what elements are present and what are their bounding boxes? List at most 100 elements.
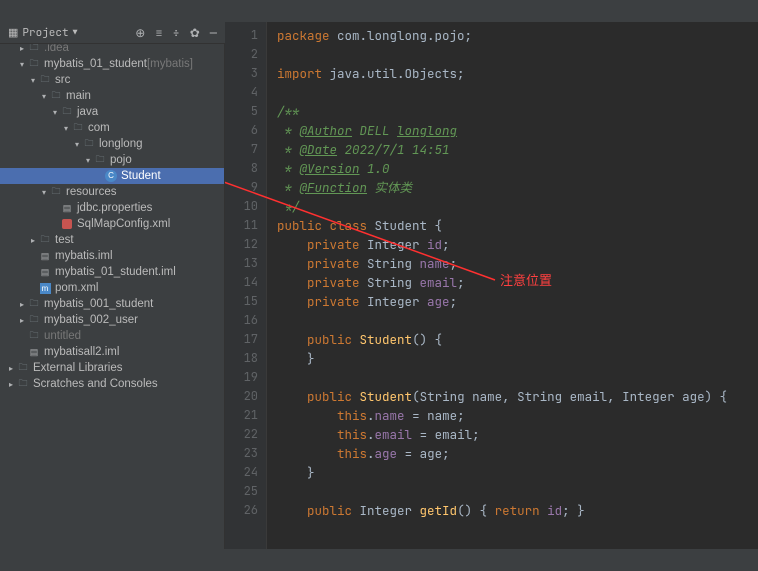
- select-opened-file-icon[interactable]: ⊕: [135, 25, 145, 41]
- expand-icon[interactable]: ≡: [155, 25, 162, 41]
- tree-item[interactable]: ▤jdbc.properties: [0, 200, 224, 216]
- line-number: 3: [229, 64, 258, 83]
- collapse-icon[interactable]: ÷: [173, 25, 180, 41]
- line-number: 16: [229, 311, 258, 330]
- code-line[interactable]: * @Date 2022/7/1 14:51: [277, 140, 758, 159]
- code-line[interactable]: this.age = age;: [277, 444, 758, 463]
- code-line[interactable]: }: [277, 349, 758, 368]
- code-line[interactable]: * @Function 实体类: [277, 178, 758, 197]
- expand-arrow-icon[interactable]: ▾: [39, 92, 49, 101]
- tree-item-label: src: [55, 74, 70, 86]
- code-line[interactable]: }: [277, 463, 758, 482]
- tree-item[interactable]: mpom.xml: [0, 280, 224, 296]
- expand-arrow-icon[interactable]: ▸: [28, 236, 38, 245]
- expand-arrow-icon[interactable]: ▸: [17, 316, 27, 325]
- tree-item[interactable]: ▾🗀src: [0, 72, 224, 88]
- expand-arrow-icon[interactable]: ▾: [17, 60, 27, 69]
- code-line[interactable]: [277, 83, 758, 102]
- line-number: 18: [229, 349, 258, 368]
- code-line[interactable]: import java.util.Objects;: [277, 64, 758, 83]
- expand-arrow-icon[interactable]: ▾: [39, 188, 49, 197]
- code-line[interactable]: /**: [277, 102, 758, 121]
- code-line[interactable]: private Integer age;: [277, 292, 758, 311]
- tree-item[interactable]: ▸🗀Scratches and Consoles: [0, 376, 224, 392]
- expand-arrow-icon[interactable]: ▾: [83, 156, 93, 165]
- tree-item[interactable]: ▾🗀mybatis_01_student [mybatis]: [0, 56, 224, 72]
- code-line[interactable]: public Student(String name, String email…: [277, 387, 758, 406]
- tree-item[interactable]: ▾🗀com: [0, 120, 224, 136]
- folder-icon: 🗀: [38, 233, 52, 247]
- code-line[interactable]: this.email = email;: [277, 425, 758, 444]
- expand-arrow-icon[interactable]: ▾: [72, 140, 82, 149]
- expand-arrow-icon[interactable]: ▸: [17, 300, 27, 309]
- line-number: 25: [229, 482, 258, 501]
- tree-item[interactable]: ▾🗀resources: [0, 184, 224, 200]
- tree-item[interactable]: ▸🗀test: [0, 232, 224, 248]
- line-number: 2: [229, 45, 258, 64]
- maven-icon: m: [38, 281, 52, 295]
- expand-arrow-icon[interactable]: ▾: [50, 108, 60, 117]
- code-line[interactable]: [277, 368, 758, 387]
- tree-item-label: mybatis_002_user: [44, 314, 138, 326]
- code-line[interactable]: [277, 45, 758, 64]
- tree-item-label: mybatisall2.iml: [44, 346, 119, 358]
- tree-item[interactable]: ▾🗀pojo: [0, 152, 224, 168]
- line-number: 22: [229, 425, 258, 444]
- settings-icon[interactable]: ✿: [190, 25, 200, 41]
- code-line[interactable]: * @Author DELL longlong: [277, 121, 758, 140]
- code-line[interactable]: public Integer getId() { return id; }: [277, 501, 758, 520]
- expand-arrow-icon[interactable]: ▸: [17, 44, 27, 53]
- code-line[interactable]: */: [277, 197, 758, 216]
- code-line[interactable]: public class Student {: [277, 216, 758, 235]
- project-tree[interactable]: ▾🗀mybatisall2 D:\JAVA\mybatisall2▸🗀.idea…: [0, 22, 225, 549]
- line-number: 4: [229, 83, 258, 102]
- tree-item[interactable]: SqlMapConfig.xml: [0, 216, 224, 232]
- folder-icon: 🗀: [27, 313, 41, 327]
- file-icon: ▤: [27, 345, 41, 359]
- code-line[interactable]: [277, 311, 758, 330]
- tree-item-label: jdbc.properties: [77, 202, 152, 214]
- code-line[interactable]: * @Version 1.0: [277, 159, 758, 178]
- tree-item[interactable]: CStudent: [0, 168, 224, 184]
- expand-arrow-icon[interactable]: ▾: [28, 76, 38, 85]
- line-number: 13: [229, 254, 258, 273]
- tree-item[interactable]: ▸🗀mybatis_002_user: [0, 312, 224, 328]
- expand-arrow-icon[interactable]: ▸: [6, 364, 16, 373]
- line-number: 5: [229, 102, 258, 121]
- folder-icon: 🗀: [71, 121, 85, 135]
- code-line[interactable]: package com.longlong.pojo;: [277, 26, 758, 45]
- code-line[interactable]: private Integer id;: [277, 235, 758, 254]
- tree-item[interactable]: ▸🗀External Libraries: [0, 360, 224, 376]
- tree-item-label: SqlMapConfig.xml: [77, 218, 170, 230]
- tree-item[interactable]: ▤mybatis.iml: [0, 248, 224, 264]
- code-line[interactable]: this.name = name;: [277, 406, 758, 425]
- tree-item-label: pojo: [110, 154, 132, 166]
- chevron-down-icon: ▼: [73, 28, 78, 38]
- expand-arrow-icon[interactable]: ▸: [6, 380, 16, 389]
- tree-item[interactable]: ▾🗀longlong: [0, 136, 224, 152]
- code-line[interactable]: public Student() {: [277, 330, 758, 349]
- tree-item[interactable]: ▤mybatis_01_student.iml: [0, 264, 224, 280]
- expand-arrow-icon[interactable]: ▾: [61, 124, 71, 133]
- line-gutter: 1234567891011121314151617181920212223242…: [225, 22, 267, 549]
- hide-icon[interactable]: —: [210, 25, 217, 41]
- class-icon: C: [104, 169, 118, 183]
- code-line[interactable]: [277, 482, 758, 501]
- project-icon: ▦: [8, 26, 18, 40]
- folder-icon: 🗀: [60, 105, 74, 119]
- xml-icon: [60, 217, 74, 231]
- folder-icon: 🗀: [27, 329, 41, 343]
- line-number: 26: [229, 501, 258, 520]
- tree-item[interactable]: ▸🗀mybatis_001_student: [0, 296, 224, 312]
- folder-icon: 🗀: [16, 377, 30, 391]
- tree-item[interactable]: ▾🗀java: [0, 104, 224, 120]
- project-label-text: Project: [22, 26, 68, 40]
- tree-item[interactable]: 🗀untitled: [0, 328, 224, 344]
- tree-item-label: pom.xml: [55, 282, 98, 294]
- code-editor[interactable]: 1234567891011121314151617181920212223242…: [225, 22, 758, 549]
- file-icon: ▤: [38, 249, 52, 263]
- tree-item[interactable]: ▾🗀main: [0, 88, 224, 104]
- tree-item[interactable]: ▤mybatisall2.iml: [0, 344, 224, 360]
- line-number: 7: [229, 140, 258, 159]
- project-tool-label[interactable]: ▦ Project ▼: [0, 22, 85, 43]
